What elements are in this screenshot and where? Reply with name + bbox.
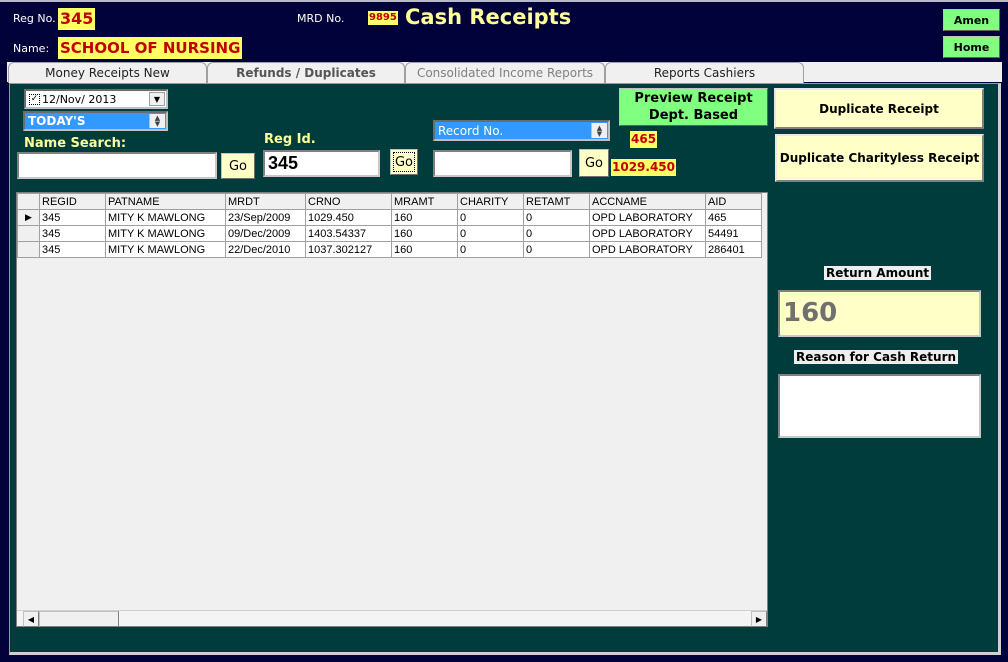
cell-crno[interactable]: 1403.54337 [305,225,392,242]
amen-button[interactable]: Amen [943,9,1000,31]
preview-receipt-line2: Dept. Based [648,108,739,123]
cell-charity[interactable]: 0 [457,225,524,242]
column-header-charity[interactable]: CHARITY [457,193,524,210]
tab-refunds-duplicates[interactable]: Refunds / Duplicates [207,62,405,83]
receipts-table: REGID PATNAME MRDT CRNO MRAMT CHARITY RETAMT AC… [17,193,762,258]
record-selector-value: Record No. [438,123,504,138]
scrollbar-thumb[interactable] [39,611,119,627]
cell-mrdt[interactable]: 09/Dec/2009 [225,225,306,242]
cell-mrdt[interactable]: 22/Dec/2010 [225,241,306,258]
tab-consolidated-income-reports[interactable]: Consolidated Income Reports [405,62,605,83]
reg-id-input[interactable]: 345 [263,150,380,177]
mrd-no-value: 9895 [368,11,398,25]
tab-money-receipts-new[interactable]: Money Receipts New [8,62,207,83]
cell-mramt[interactable]: 160 [391,225,458,242]
cell-crno[interactable]: 1029.450 [305,209,392,226]
cell-mramt[interactable]: 160 [391,241,458,258]
aid-value: 465 [630,131,658,148]
cell-accname[interactable]: OPD LABORATORY [589,225,706,242]
column-header-patname[interactable]: PATNAME [105,193,226,210]
record-selector[interactable]: Record No. ▲ ▼ [433,120,610,141]
record-go-button[interactable]: Go [579,149,609,177]
cell-retamt[interactable]: 0 [523,209,590,226]
spin-arrows-icon[interactable]: ▲ ▼ [591,123,607,138]
column-header-crno[interactable]: CRNO [305,193,392,210]
cell-mrdt[interactable]: 23/Sep/2009 [225,209,306,226]
patient-name-value: SCHOOL OF NURSING [58,37,243,59]
duplicate-receipt-button[interactable]: Duplicate Receipt [774,88,984,129]
reason-textarea[interactable] [778,374,981,438]
scroll-right-icon[interactable]: ▶ [751,611,767,627]
column-header-mrdt[interactable]: MRDT [225,193,306,210]
row-selector-header [17,193,40,210]
return-amount-input[interactable]: 160 [778,290,981,337]
name-search-label: Name Search: [24,136,127,151]
spin-arrows-icon[interactable]: ▲ ▼ [149,114,165,128]
cell-regid[interactable]: 345 [39,241,106,258]
preview-receipt-line1: Preview Receipt [634,91,753,106]
reg-no-value: 345 [58,8,96,30]
cell-charity[interactable]: 0 [457,241,524,258]
cell-mramt[interactable]: 160 [391,209,458,226]
period-value: TODAY'S [28,114,86,128]
return-amount-label: Return Amount [824,266,932,280]
duplicate-charityless-receipt-button[interactable]: Duplicate Charityless Receipt [775,134,984,182]
home-button[interactable]: Home [943,36,1000,58]
column-header-regid[interactable]: REGID [39,193,106,210]
name-label: Name: [13,42,50,55]
row-selector[interactable] [17,225,40,242]
grid-header-row: REGID PATNAME MRDT CRNO MRAMT CHARITY RETAMT AC… [17,193,762,210]
cell-regid[interactable]: 345 [39,225,106,242]
scroll-left-icon[interactable]: ◀ [23,611,39,627]
column-header-accname[interactable]: ACCNAME [589,193,706,210]
cell-aid[interactable]: 286401 [705,241,762,258]
cell-crno[interactable]: 1037.302127 [305,241,392,258]
reg-no-label: Reg No. [13,12,56,25]
name-search-go-button[interactable]: Go [221,153,255,179]
column-header-retamt[interactable]: RETAMT [523,193,590,210]
cell-accname[interactable]: OPD LABORATORY [589,241,706,258]
receipts-grid[interactable]: REGID PATNAME MRDT CRNO MRAMT CHARITY RETAMT AC… [16,192,768,627]
reg-id-go-button[interactable]: Go [390,149,418,175]
table-row[interactable]: 345 MITY K MAWLONG 09/Dec/2009 1403.54337 16… [17,225,762,242]
date-value: 12/Nov/ 2013 [42,92,117,106]
date-enabled-checkbox[interactable]: ✓ [29,93,40,105]
cell-patname[interactable]: MITY K MAWLONG [105,225,226,242]
period-selector[interactable]: TODAY'S ▲ ▼ [23,111,168,131]
cell-retamt[interactable]: 0 [523,225,590,242]
reg-id-label: Reg Id. [264,132,316,147]
date-picker[interactable]: ✓ 12/Nov/ 2013 ▼ [24,89,168,109]
page-title: Cash Receipts [405,5,572,29]
grid-horizontal-scrollbar[interactable]: ◀ ▶ [17,610,767,627]
preview-receipt-button[interactable]: Preview Receipt Dept. Based [619,88,768,126]
cell-aid[interactable]: 465 [705,209,762,226]
current-row-indicator-icon[interactable]: ▶ [17,209,40,226]
column-header-aid[interactable]: AID [705,193,762,210]
cell-patname[interactable]: MITY K MAWLONG [105,241,226,258]
mrd-no-label: MRD No. [297,12,345,25]
cell-regid[interactable]: 345 [39,209,106,226]
cell-accname[interactable]: OPD LABORATORY [589,209,706,226]
table-row[interactable]: ▶ 345 MITY K MAWLONG 23/Sep/2009 1029.450 160… [17,209,762,226]
name-search-input[interactable] [17,152,217,179]
row-selector[interactable] [17,241,40,258]
table-row[interactable]: 345 MITY K MAWLONG 22/Dec/2010 1037.302127 1… [17,241,762,258]
calendar-dropdown-icon[interactable]: ▼ [149,92,165,106]
record-no-input[interactable] [433,150,572,177]
tab-reports-cashiers[interactable]: Reports Cashiers [605,62,804,83]
column-header-mramt[interactable]: MRAMT [391,193,458,210]
crno-value: 1029.450 [611,159,677,176]
cell-aid[interactable]: 54491 [705,225,762,242]
cell-patname[interactable]: MITY K MAWLONG [105,209,226,226]
cell-charity[interactable]: 0 [457,209,524,226]
reason-label: Reason for Cash Return [794,350,959,364]
cell-retamt[interactable]: 0 [523,241,590,258]
